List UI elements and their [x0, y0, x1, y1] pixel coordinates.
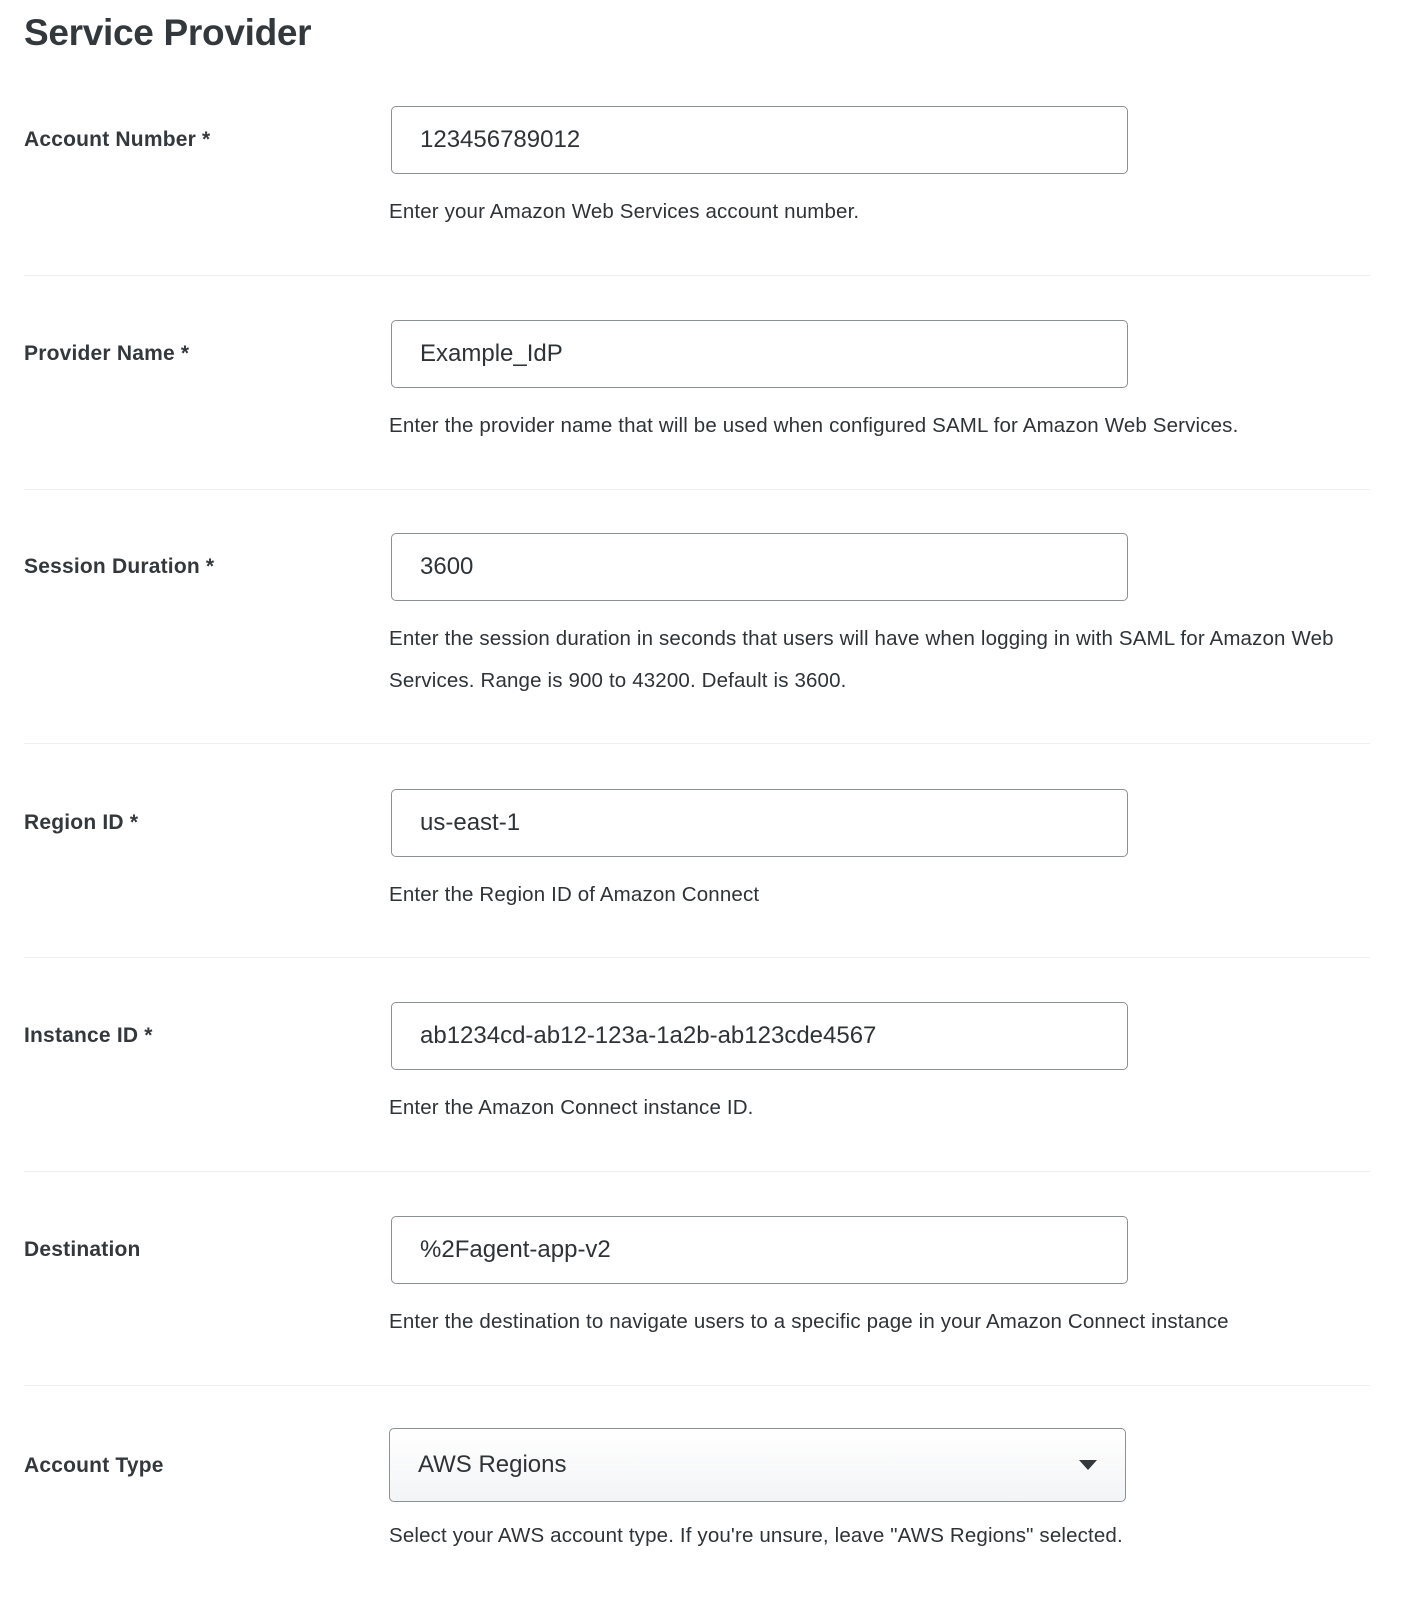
- divider: [24, 489, 1370, 490]
- caret-down-icon: [1079, 1460, 1097, 1470]
- provider-name-label: Provider Name *: [24, 342, 190, 365]
- region-id-help: Enter the Region ID of Amazon Connect: [389, 883, 760, 906]
- divider: [24, 1385, 1370, 1386]
- provider-name-help: Enter the provider name that will be use…: [389, 414, 1239, 437]
- account-number-label: Account Number *: [24, 128, 211, 151]
- account-type-label: Account Type: [24, 1454, 164, 1477]
- region-id-input[interactable]: [391, 789, 1128, 857]
- provider-name-input[interactable]: [391, 320, 1128, 388]
- session-duration-input[interactable]: [391, 533, 1128, 601]
- instance-id-label: Instance ID *: [24, 1024, 153, 1047]
- account-type-help: Select your AWS account type. If you're …: [389, 1524, 1123, 1547]
- session-duration-label: Session Duration *: [24, 555, 215, 578]
- instance-id-input[interactable]: [391, 1002, 1128, 1070]
- region-id-label: Region ID *: [24, 811, 139, 834]
- account-number-input[interactable]: [391, 106, 1128, 174]
- destination-label: Destination: [24, 1238, 141, 1261]
- account-number-help: Enter your Amazon Web Services account n…: [389, 200, 860, 223]
- divider: [24, 957, 1370, 958]
- destination-help: Enter the destination to navigate users …: [389, 1310, 1229, 1333]
- divider: [24, 275, 1370, 276]
- instance-id-help: Enter the Amazon Connect instance ID.: [389, 1096, 754, 1119]
- session-duration-help: Enter the session duration in seconds th…: [389, 627, 1334, 692]
- divider: [24, 743, 1370, 744]
- page-title: Service Provider: [24, 12, 312, 53]
- account-type-selected-value: AWS Regions: [418, 1451, 567, 1478]
- destination-input[interactable]: [391, 1216, 1128, 1284]
- divider: [24, 1171, 1370, 1172]
- account-type-select[interactable]: AWS Regions: [389, 1428, 1126, 1502]
